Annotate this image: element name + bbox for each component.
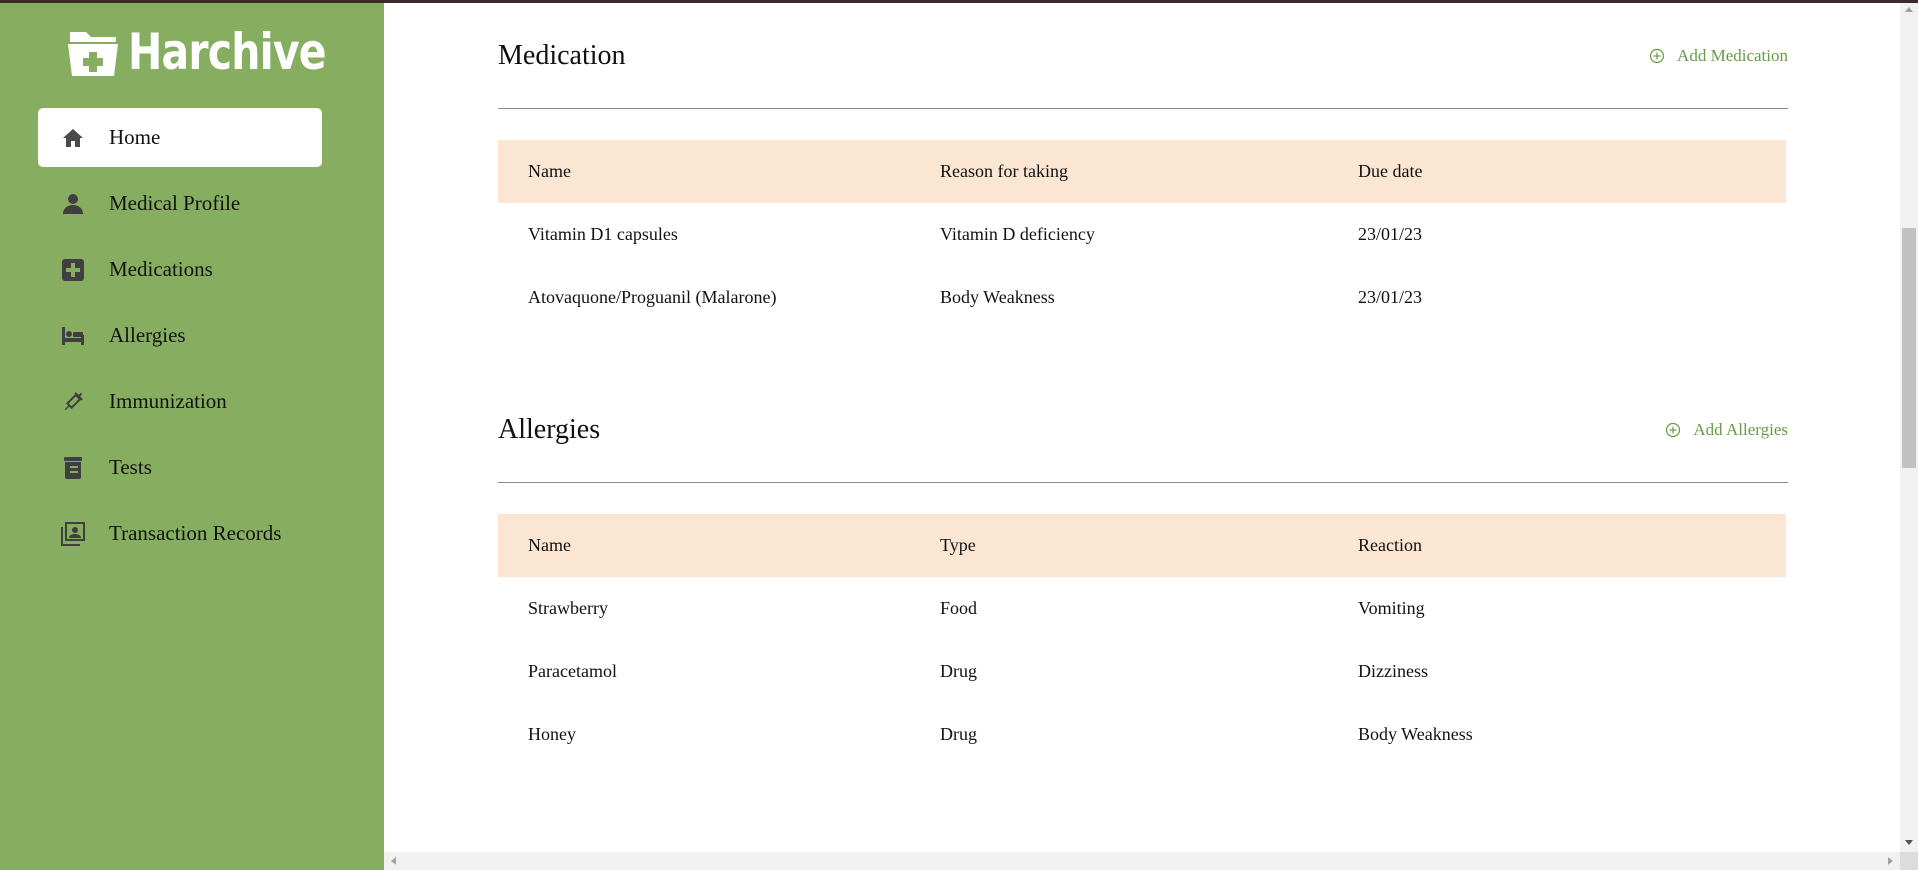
column-header: Reaction [1358,535,1422,555]
allergy-reaction: Vomiting [1358,598,1425,618]
vertical-scrollbar[interactable] [1900,0,1918,852]
allergy-type: Drug [940,724,977,744]
medication-name: Vitamin D1 capsules [528,224,678,244]
allergy-name: Honey [528,724,576,744]
sidebar-item-home[interactable]: Home [38,108,322,167]
add-medication-button[interactable]: Add Medication [1649,30,1788,82]
add-allergies-label: Add Allergies [1693,420,1788,439]
sidebar-item-label: Immunization [109,389,227,413]
sidebar-item-label: Tests [109,455,152,479]
column-header: Type [940,535,976,555]
allergy-reaction: Body Weakness [1358,724,1473,744]
sidebar: Harchive Home Medical Profile Medication… [0,0,384,870]
column-header: Due date [1358,161,1423,181]
allergies-section: Allergies Add Allergies Name Type Reacti… [498,404,1788,744]
window-top-border [0,0,1918,3]
medication-reason: Vitamin D deficiency [940,224,1095,244]
allergies-header: Allergies Add Allergies [498,404,1788,456]
column-header: Name [528,161,571,181]
table-row[interactable]: Vitamin D1 capsules Vitamin D deficiency… [498,203,1786,266]
allergies-divider [498,482,1788,483]
sidebar-item-allergies[interactable]: Allergies [38,306,322,365]
allergies-table: Name Type Reaction Strawberry Food Vomit… [498,514,1786,766]
column-header: Name [528,535,571,555]
medication-reason: Body Weakness [940,287,1055,307]
medication-title: Medication [498,40,626,71]
test-jar-icon [60,455,86,481]
app-name: Harchive [128,23,327,81]
add-circle-icon [1649,48,1665,64]
add-circle-icon [1666,422,1681,438]
scrollbar-corner [1900,852,1918,870]
table-row[interactable]: Honey Drug Body Weakness [498,703,1786,766]
add-medication-label: Add Medication [1677,46,1788,65]
sidebar-nav: Home Medical Profile Medications Allergi… [38,108,322,570]
scroll-left-arrow-icon[interactable] [391,857,396,865]
app-logo[interactable]: Harchive [66,24,369,80]
table-header-row: Name Reason for taking Due date [498,140,1786,203]
sidebar-item-medications[interactable]: Medications [38,240,322,299]
sidebar-item-transaction-records[interactable]: Transaction Records [38,504,322,563]
add-allergies-button[interactable]: Add Allergies [1665,404,1788,456]
sidebar-item-label: Medical Profile [109,191,241,215]
sidebar-item-label: Transaction Records [109,521,282,545]
records-icon [60,521,86,547]
medication-section: Medication Add Medication Name Reason fo… [498,30,1788,307]
vertical-scroll-thumb[interactable] [1902,228,1916,468]
scroll-down-arrow-icon[interactable] [1905,840,1913,845]
sidebar-item-medical-profile[interactable]: Medical Profile [38,174,322,233]
sidebar-item-label: Allergies [109,323,186,347]
horizontal-scrollbar[interactable] [384,852,1900,870]
medication-table: Name Reason for taking Due date Vitamin … [498,140,1786,329]
medication-name: Atovaquone/Proguanil (Malarone) [528,287,777,307]
sidebar-item-label: Medications [109,257,213,281]
sidebar-item-immunization[interactable]: Immunization [38,372,322,431]
hospital-bed-icon [60,323,86,349]
allergy-reaction: Dizziness [1358,661,1428,681]
table-row[interactable]: Atovaquone/Proguanil (Malarone) Body Wea… [498,266,1786,329]
table-header-row: Name Type Reaction [498,514,1786,577]
allergy-name: Paracetamol [528,661,617,681]
scroll-up-arrow-icon[interactable] [1905,7,1913,12]
medical-plus-icon [60,257,86,283]
medication-due-date: 23/01/23 [1358,224,1423,244]
allergy-type: Food [940,598,978,618]
folder-plus-icon [68,32,118,76]
table-row[interactable]: Strawberry Food Vomiting [498,577,1786,640]
allergy-type: Drug [940,661,977,681]
table-row[interactable]: Paracetamol Drug Dizziness [498,640,1786,703]
sidebar-item-label: Home [109,125,161,149]
medication-header: Medication Add Medication [498,30,1788,82]
sidebar-item-tests[interactable]: Tests [38,438,322,497]
medication-due-date: 23/01/23 [1358,287,1423,307]
home-icon [60,125,86,151]
allergies-title: Allergies [498,414,601,445]
allergy-name: Strawberry [528,598,608,618]
medication-divider [498,108,1788,109]
column-header: Reason for taking [940,161,1068,181]
person-icon [60,191,86,217]
scroll-right-arrow-icon[interactable] [1888,857,1893,865]
syringe-icon [60,389,86,415]
main-content: Medication Add Medication Name Reason fo… [384,0,1900,852]
